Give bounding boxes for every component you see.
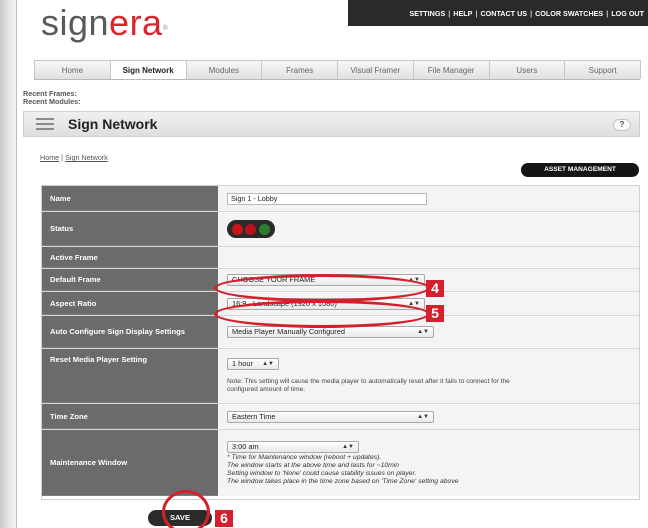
nav-help-link[interactable]: HELP <box>453 9 472 18</box>
reset-player-select[interactable]: 1 hour ▲▼ <box>227 358 279 370</box>
callout-6-badge: 6 <box>215 510 233 527</box>
top-bar: signera® SETTINGS | HELP | CONTACT US | … <box>17 0 648 43</box>
sign-settings-form: Name Sign 1 - Lobby Status Active Frame … <box>41 185 640 500</box>
row-reset-player: Reset Media Player Setting 1 hour ▲▼ Not… <box>42 349 639 404</box>
time-zone-label: Time Zone <box>42 404 218 429</box>
status-light-red-2 <box>245 223 257 235</box>
updown-arrows-icon: ▲▼ <box>417 413 429 420</box>
maintenance-select[interactable]: 3:00 am ▲▼ <box>227 440 359 453</box>
maintenance-note-4: The window takes place in the time zone … <box>227 477 459 485</box>
maintenance-note-3: Setting window to 'None' could cause sta… <box>227 469 417 477</box>
breadcrumb-current-link[interactable]: Sign Network <box>65 153 108 162</box>
utility-nav: SETTINGS | HELP | CONTACT US | COLOR SWA… <box>348 0 648 26</box>
breadcrumb: Home | Sign Network <box>40 153 108 162</box>
callout-5-badge: 5 <box>426 305 444 322</box>
logo-text-accent: era <box>109 2 163 43</box>
name-input[interactable]: Sign 1 - Lobby <box>227 192 427 205</box>
status-traffic-light-icon <box>227 220 275 238</box>
nav-color-swatches-link[interactable]: COLOR SWATCHES <box>535 9 603 18</box>
page-title: Sign Network <box>68 116 158 132</box>
time-zone-select[interactable]: Eastern Time ▲▼ <box>227 410 434 423</box>
status-light-green <box>258 223 270 235</box>
nav-separator: | <box>530 8 533 18</box>
highlight-ring-default-frame <box>214 274 430 302</box>
callout-4-badge: 4 <box>426 280 444 297</box>
reset-player-note: Note: This setting will cause the media … <box>227 378 510 393</box>
time-zone-value: Eastern Time <box>232 411 276 421</box>
tab-modules[interactable]: Modules <box>185 60 263 79</box>
nav-contact-link[interactable]: CONTACT US <box>480 9 527 18</box>
tab-file-manager[interactable]: File Manager <box>412 60 490 79</box>
auto-configure-value: Media Player Manually Configured <box>232 327 345 336</box>
maintenance-label: Maintenance Window <box>42 430 218 496</box>
row-time-zone: Time Zone Eastern Time ▲▼ <box>42 404 639 430</box>
updown-arrows-icon: ▲▼ <box>262 361 274 367</box>
row-name: Name Sign 1 - Lobby <box>42 186 639 212</box>
highlight-ring-save <box>162 490 210 528</box>
nav-separator: | <box>606 8 609 18</box>
main-tabs: Home Sign Network Modules Frames Visual … <box>34 60 641 80</box>
tab-visual-framer[interactable]: Visual Framer <box>337 60 414 79</box>
tab-support[interactable]: Support <box>564 60 641 79</box>
maintenance-note-2: The window starts at the above time and … <box>227 461 400 469</box>
reset-player-label: Reset Media Player Setting <box>42 349 218 403</box>
page-edge <box>0 0 16 528</box>
brand-logo[interactable]: signera® <box>41 3 168 43</box>
hamburger-icon[interactable] <box>36 118 54 130</box>
logo-registered-mark: ® <box>162 25 169 32</box>
row-active-frame: Active Frame <box>42 247 639 269</box>
nav-separator: | <box>475 8 478 18</box>
active-frame-label: Active Frame <box>42 247 218 268</box>
logo-text-main: sign <box>41 2 110 43</box>
page-header: Sign Network ? <box>23 111 640 137</box>
tab-home[interactable]: Home <box>34 60 111 79</box>
maintenance-value: 3:00 am <box>232 441 259 451</box>
reset-player-value: 1 hour <box>232 359 253 368</box>
updown-arrows-icon: ▲▼ <box>417 329 429 335</box>
asset-management-button[interactable]: ASSET MANAGEMENT <box>521 163 639 177</box>
updown-arrows-icon: ▲▼ <box>342 443 354 450</box>
row-maintenance: Maintenance Window 3:00 am ▲▼ * Time for… <box>42 430 639 496</box>
name-label: Name <box>42 186 218 211</box>
aspect-ratio-label: Aspect Ratio <box>42 292 218 315</box>
highlight-ring-aspect-ratio <box>214 300 430 328</box>
recent-panel: Recent Frames: Recent Modules: <box>23 90 81 106</box>
nav-settings-link[interactable]: SETTINGS <box>409 9 445 18</box>
default-frame-label: Default Frame <box>42 269 218 291</box>
help-button[interactable]: ? <box>613 119 631 131</box>
nav-separator: | <box>448 8 451 18</box>
breadcrumb-home-link[interactable]: Home <box>40 153 59 162</box>
nav-logout-link[interactable]: LOG OUT <box>611 9 644 18</box>
recent-modules-label: Recent Modules: <box>23 97 81 106</box>
status-label: Status <box>42 212 218 246</box>
tab-users[interactable]: Users <box>488 60 566 79</box>
row-status: Status <box>42 212 639 247</box>
tab-frames[interactable]: Frames <box>261 60 338 79</box>
status-light-red <box>232 223 244 235</box>
tab-sign-network[interactable]: Sign Network <box>109 60 187 79</box>
maintenance-note-1: * Time for Maintenance window (reboot + … <box>227 453 382 461</box>
auto-configure-label: Auto Configure Sign Display Settings <box>42 316 218 348</box>
